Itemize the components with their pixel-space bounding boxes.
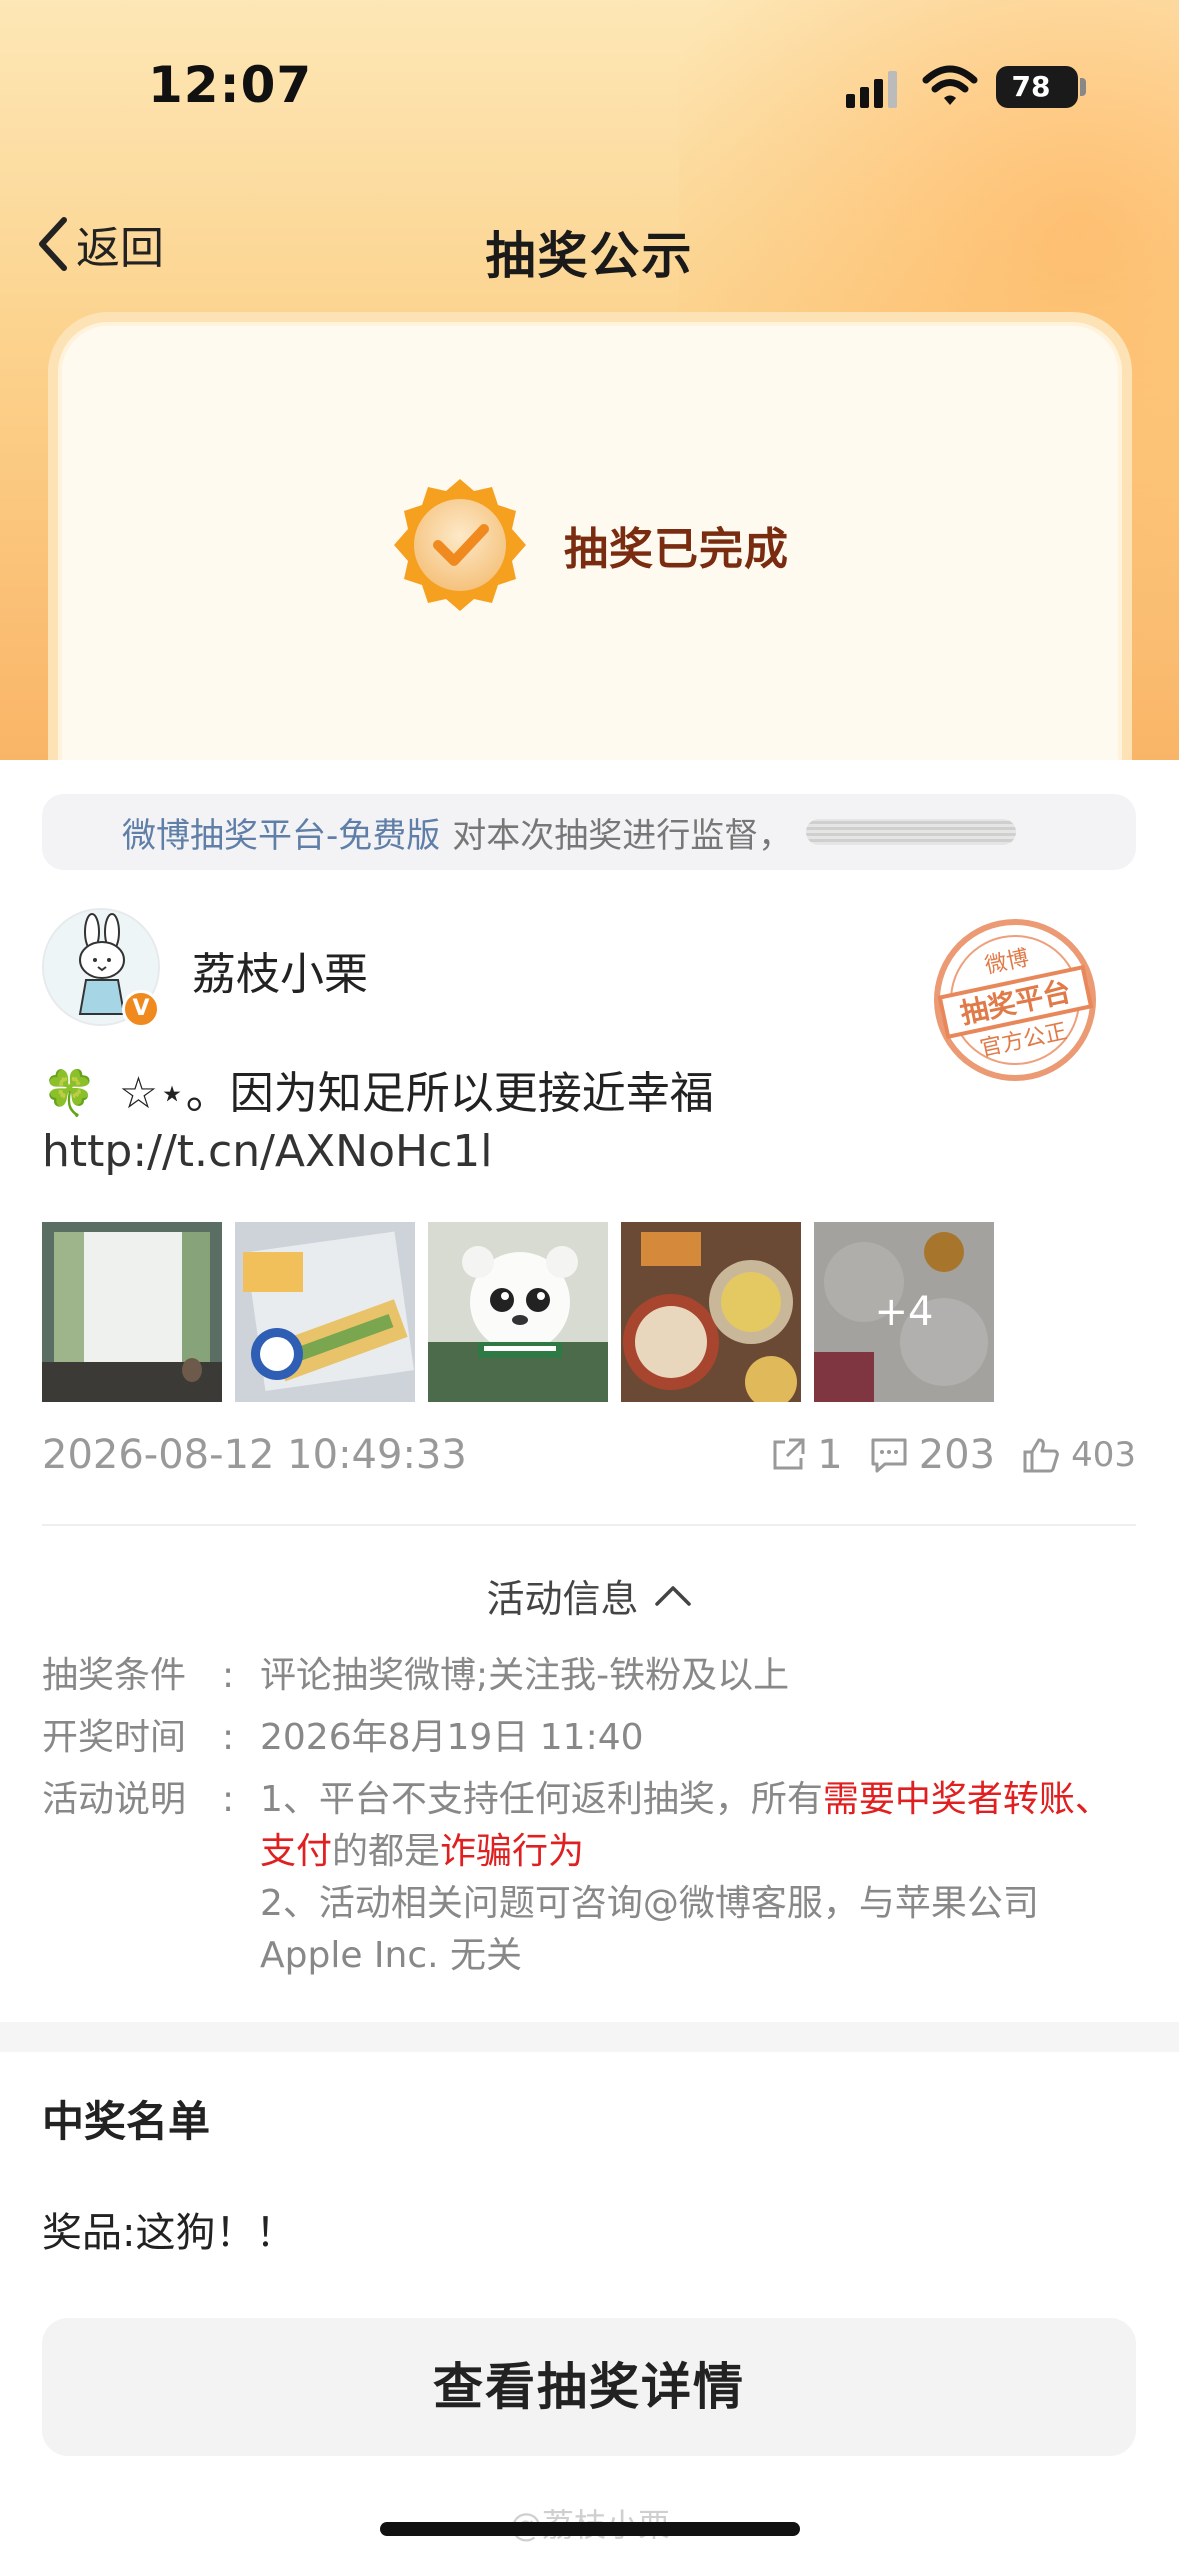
activity-info-toggle[interactable]: 活动信息 <box>0 1560 1179 1630</box>
info-key: 开奖时间 <box>42 1717 187 1758</box>
post-text: 🍀 ☆⋆。因为知足所以更接近幸福 http://t.cn/AXNoHc1l <box>42 1065 1142 1181</box>
like-button[interactable]: 403 <box>1021 1435 1136 1475</box>
info-value: 评论抽奖微博;关注我-铁粉及以上 <box>260 1655 790 1696</box>
desc-part: 1、平台不支持任何返利抽奖，所有 <box>260 1779 823 1820</box>
info-key: 抽奖条件 <box>42 1655 187 1696</box>
repost-button[interactable]: 1 <box>769 1432 843 1478</box>
info-row: 活动说明 : 1、平台不支持任何返利抽奖，所有需要中奖者转账、支付的都是诈骗行为… <box>42 1774 1142 1982</box>
post-body: ☆⋆。因为知足所以更接近幸福 <box>118 1068 714 1119</box>
repost-count: 1 <box>817 1432 843 1478</box>
chevron-up-icon <box>654 1586 691 1606</box>
activity-info-label: 活动信息 <box>486 1576 639 1621</box>
desc-part: 的都是 <box>332 1831 441 1872</box>
gallery-thumb[interactable] <box>235 1222 415 1402</box>
notice-text: 对本次抽奖进行监督， <box>452 815 793 856</box>
clover-icon: 🍀 <box>42 1068 97 1119</box>
battery-cap <box>1080 78 1086 96</box>
content-sheet: 微博抽奖平台-免费版 对本次抽奖进行监督， V 荔枝小栗 微博 抽奖平台 官方公… <box>0 760 1179 2556</box>
info-row: 抽奖条件 : 评论抽奖微博;关注我-铁粉及以上 <box>42 1650 1142 1702</box>
nav-bar: 返回 抽奖公示 <box>0 200 1179 290</box>
comment-count: 203 <box>918 1432 996 1478</box>
sandwich-photo <box>235 1222 415 1402</box>
cellular-signal-icon <box>846 71 897 108</box>
verified-badge: V <box>122 990 160 1028</box>
battery-level: 78 <box>1011 70 1051 103</box>
desc-part: 2、活动相关问题可咨询@微博客服，与苹果公司 Apple Inc. 无关 <box>260 1883 1039 1976</box>
info-colon: : <box>222 1655 235 1696</box>
info-colon: : <box>222 1717 235 1758</box>
status-time: 12:07 <box>148 56 313 114</box>
status-bar: 12:07 78 <box>0 0 1179 170</box>
stamp-line1: 微博 <box>983 946 1031 980</box>
battery-indicator: 78 <box>996 66 1078 108</box>
food-photo <box>621 1222 801 1402</box>
plush-dog-photo <box>428 1222 608 1402</box>
gallery-thumb[interactable] <box>42 1222 222 1402</box>
prize-line: 奖品:这狗！！ <box>42 2210 296 2256</box>
view-lottery-details-button[interactable]: 查看抽奖详情 <box>42 2318 1136 2456</box>
lottery-status: 抽奖已完成 <box>390 470 789 620</box>
warning-text: 诈骗行为 <box>440 1831 585 1872</box>
comment-button[interactable]: 203 <box>869 1432 995 1478</box>
status-text: 抽奖已完成 <box>564 524 789 575</box>
post-stats: 1 203 403 <box>743 1432 1136 1478</box>
post-link[interactable]: http://t.cn/AXNoHc1l <box>42 1126 493 1177</box>
platform-link[interactable]: 微博抽奖平台-免费版 <box>122 808 440 857</box>
post-meta: 2026-08-12 10:49:33 1 203 403 <box>42 1422 1142 1492</box>
gallery-thumb-more[interactable]: +4 <box>814 1222 994 1402</box>
comment-icon <box>871 1438 907 1473</box>
gallery-thumb[interactable] <box>428 1222 608 1402</box>
home-indicator[interactable] <box>380 2522 800 2536</box>
wifi-icon <box>922 65 978 105</box>
window-photo <box>42 1222 222 1402</box>
repost-icon <box>773 1438 805 1470</box>
supervision-notice: 微博抽奖平台-免费版 对本次抽奖进行监督， <box>42 794 1136 870</box>
more-images-count: +4 <box>814 1222 994 1402</box>
check-badge-icon <box>394 479 526 611</box>
section-separator <box>0 2022 1179 2052</box>
image-gallery: +4 <box>42 1222 1142 1402</box>
gallery-thumb[interactable] <box>621 1222 801 1402</box>
redacted-text <box>806 819 1017 845</box>
info-value: 2026年8月19日 11:40 <box>260 1717 644 1758</box>
activity-info-table: 抽奖条件 : 评论抽奖微博;关注我-铁粉及以上 开奖时间 : 2026年8月19… <box>42 1650 1142 1982</box>
info-row: 开奖时间 : 2026年8月19日 11:40 <box>42 1712 1142 1764</box>
like-count: 403 <box>1071 1435 1136 1475</box>
official-lottery-stamp: 微博 抽奖平台 官方公正 <box>934 919 1096 1081</box>
page-title: 抽奖公示 <box>485 227 694 285</box>
info-key: 活动说明 <box>42 1779 187 1820</box>
thumbs-up-icon <box>1023 1438 1059 1473</box>
activity-description: 1、平台不支持任何返利抽奖，所有需要中奖者转账、支付的都是诈骗行为 2、活动相关… <box>260 1774 1142 1982</box>
author-name[interactable]: 荔枝小栗 <box>192 938 368 1002</box>
info-colon: : <box>222 1779 235 1820</box>
winners-title: 中奖名单 <box>42 2097 211 2146</box>
divider <box>42 1524 1136 1526</box>
post-time: 2026-08-12 10:49:33 <box>42 1432 467 1478</box>
